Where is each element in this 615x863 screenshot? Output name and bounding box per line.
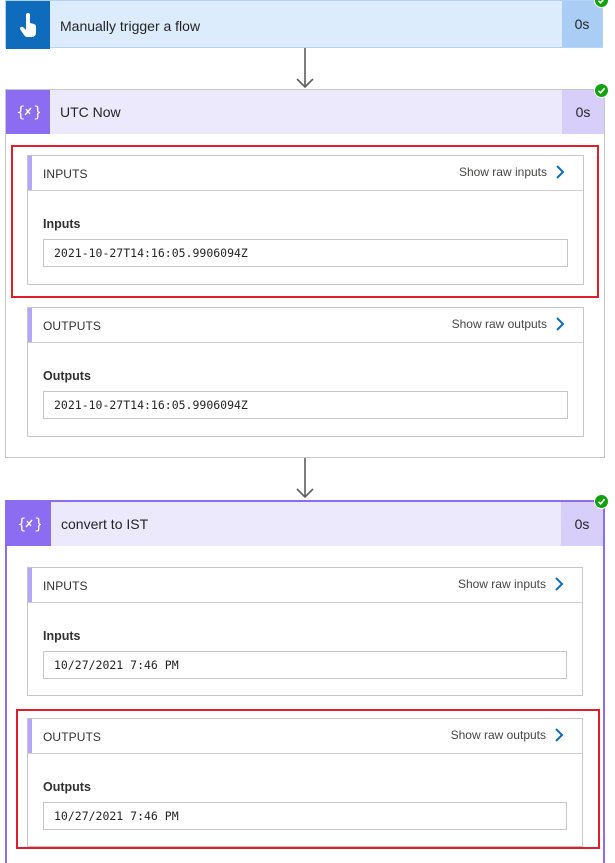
- convert-duration: 0s: [561, 502, 603, 546]
- convert-icon-box: { }: [7, 502, 51, 546]
- convert-success-icon: [594, 494, 609, 509]
- show-raw-inputs-label: Show raw inputs: [457, 577, 546, 591]
- chevron-right-icon: [556, 317, 565, 331]
- utc-now-outputs-section: OUTPUTS Show raw outputs Outputs 2021-10…: [27, 307, 584, 437]
- show-raw-outputs-link[interactable]: Show raw outputs: [452, 316, 565, 332]
- inputs-label: INPUTS: [43, 579, 88, 593]
- outputs-label: OUTPUTS: [43, 319, 102, 333]
- outputs-field-label: Outputs: [43, 369, 91, 383]
- flow-arrow-icon: [296, 458, 314, 499]
- outputs-highlight-box: [16, 709, 600, 849]
- convert-title: convert to IST: [61, 516, 149, 532]
- utc-now-icon-box: { }: [6, 90, 50, 134]
- convert-header[interactable]: { } convert to IST 0s: [7, 502, 603, 546]
- section-header: INPUTS Show raw inputs: [28, 568, 582, 603]
- trigger-title: Manually trigger a flow: [60, 18, 201, 34]
- show-raw-inputs-link[interactable]: Show raw inputs: [458, 576, 564, 592]
- flow-arrow-icon: [296, 48, 314, 89]
- utc-now-header[interactable]: { } UTC Now 0s: [6, 90, 604, 134]
- svg-text:}: }: [33, 103, 40, 121]
- svg-text:{: {: [16, 103, 26, 121]
- touch-hand-icon: [19, 13, 37, 37]
- trigger-icon-box: [6, 1, 50, 49]
- utc-now-title: UTC Now: [60, 104, 121, 120]
- show-raw-outputs-label: Show raw outputs: [451, 317, 547, 331]
- outputs-field-value[interactable]: 2021-10-27T14:16:05.9906094Z: [43, 391, 568, 419]
- inputs-field-value[interactable]: 10/27/2021 7:46 PM: [43, 651, 567, 679]
- svg-text:{: {: [17, 515, 27, 533]
- trigger-duration: 0s: [562, 1, 602, 47]
- trigger-card[interactable]: Manually trigger a flow 0s: [5, 0, 603, 49]
- inputs-highlight-box: [11, 145, 599, 298]
- expression-icon: { }: [16, 103, 40, 121]
- convert-inputs-section: INPUTS Show raw inputs Inputs 10/27/2021…: [27, 567, 583, 696]
- chevron-right-icon: [555, 577, 564, 591]
- inputs-field-label: Inputs: [43, 629, 81, 643]
- utc-now-success-icon: [594, 83, 609, 98]
- expression-icon: { }: [17, 515, 41, 533]
- section-header: OUTPUTS Show raw outputs: [28, 308, 583, 343]
- svg-text:}: }: [34, 515, 41, 533]
